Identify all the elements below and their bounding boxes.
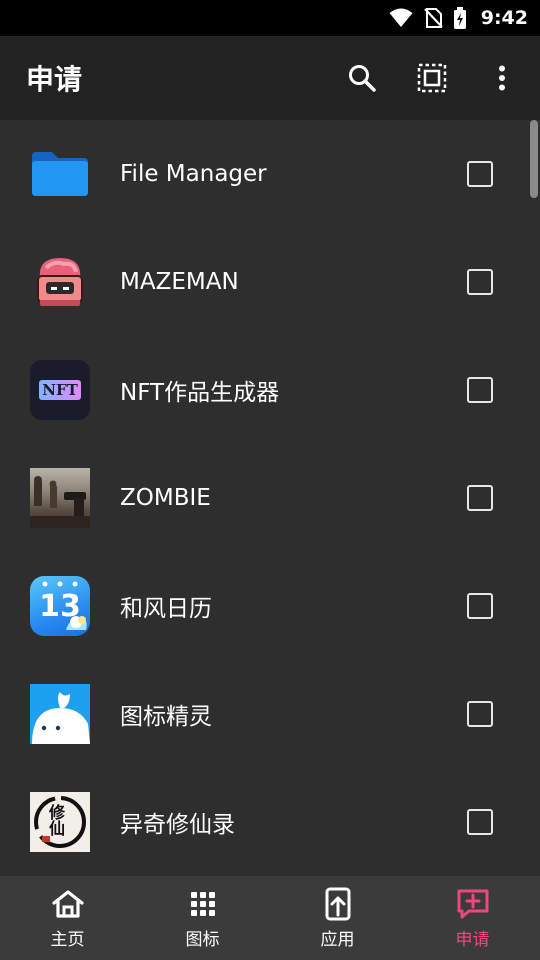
app-checkbox[interactable] bbox=[467, 701, 493, 727]
app-name: NFT作品生成器 bbox=[120, 380, 280, 406]
nav-label: 图标 bbox=[185, 929, 220, 950]
list-item[interactable]: 图标精灵 bbox=[0, 660, 528, 768]
battery-charging-icon bbox=[453, 7, 467, 29]
list-item[interactable]: MAZEMAN bbox=[0, 228, 528, 336]
app-bar-actions bbox=[338, 36, 526, 120]
app-name: MAZEMAN bbox=[120, 269, 239, 295]
nft-icon: NFT bbox=[30, 360, 90, 420]
list-item[interactable]: ZOMBIE bbox=[0, 444, 528, 552]
more-vert-icon bbox=[499, 65, 505, 91]
app-name: 异奇修仙录 bbox=[120, 812, 235, 838]
list-item[interactable]: 13 和风日历 bbox=[0, 552, 528, 660]
status-bar: 9:42 bbox=[0, 0, 540, 36]
mazeman-icon bbox=[30, 252, 90, 312]
no-sim-icon bbox=[423, 7, 443, 29]
nav-item-home[interactable]: 主页 bbox=[0, 876, 135, 960]
list-item[interactable]: File Manager bbox=[0, 120, 528, 228]
more-options-button[interactable] bbox=[478, 54, 526, 102]
calendar-icon-text: 13 bbox=[39, 589, 81, 624]
nav-item-icons[interactable]: 图标 bbox=[135, 876, 270, 960]
select-all-button[interactable] bbox=[408, 54, 456, 102]
app-bar: 申请 bbox=[0, 36, 540, 120]
zombie-icon bbox=[30, 468, 90, 528]
app-name: File Manager bbox=[120, 161, 267, 187]
app-name: 和风日历 bbox=[120, 596, 212, 622]
xiuxian-icon: 修仙 bbox=[30, 792, 90, 852]
list-scrollbar[interactable] bbox=[528, 120, 540, 876]
nav-item-request[interactable]: 申请 bbox=[405, 876, 540, 960]
apps-upload-icon bbox=[324, 887, 352, 921]
app-checkbox[interactable] bbox=[467, 593, 493, 619]
list-item[interactable]: 修仙 异奇修仙录 bbox=[0, 768, 528, 876]
nav-label: 应用 bbox=[320, 929, 355, 950]
page-title: 申请 bbox=[26, 63, 83, 96]
app-checkbox[interactable] bbox=[467, 377, 493, 403]
nav-label: 主页 bbox=[50, 929, 85, 950]
search-button[interactable] bbox=[338, 54, 386, 102]
app-name: ZOMBIE bbox=[120, 485, 211, 511]
search-icon bbox=[349, 65, 376, 92]
calendar-icon: 13 bbox=[30, 576, 90, 636]
bottom-nav: 主页 图标 应用 申请 bbox=[0, 876, 540, 960]
grid-icon bbox=[189, 887, 217, 921]
whale-icon bbox=[30, 684, 90, 744]
status-time: 9:42 bbox=[480, 7, 528, 29]
select-all-icon bbox=[417, 63, 447, 93]
request-icon bbox=[456, 887, 490, 921]
home-icon bbox=[51, 887, 85, 921]
list-item[interactable]: NFT NFT作品生成器 bbox=[0, 336, 528, 444]
nav-item-apps[interactable]: 应用 bbox=[270, 876, 405, 960]
xiuxian-icon-text: 修仙 bbox=[46, 804, 65, 836]
app-checkbox[interactable] bbox=[467, 269, 493, 295]
wifi-icon bbox=[389, 8, 413, 28]
nav-label: 申请 bbox=[455, 929, 490, 950]
folder-icon bbox=[30, 144, 90, 204]
app-checkbox[interactable] bbox=[467, 161, 493, 187]
nft-icon-text: NFT bbox=[42, 381, 78, 399]
app-checkbox[interactable] bbox=[467, 809, 493, 835]
scrollbar-thumb[interactable] bbox=[530, 120, 538, 198]
app-checkbox[interactable] bbox=[467, 485, 493, 511]
app-name: 图标精灵 bbox=[120, 704, 212, 730]
app-list[interactable]: File Manager MAZEMAN NFT NFT作品生成器 ZOMBIE… bbox=[0, 120, 540, 876]
